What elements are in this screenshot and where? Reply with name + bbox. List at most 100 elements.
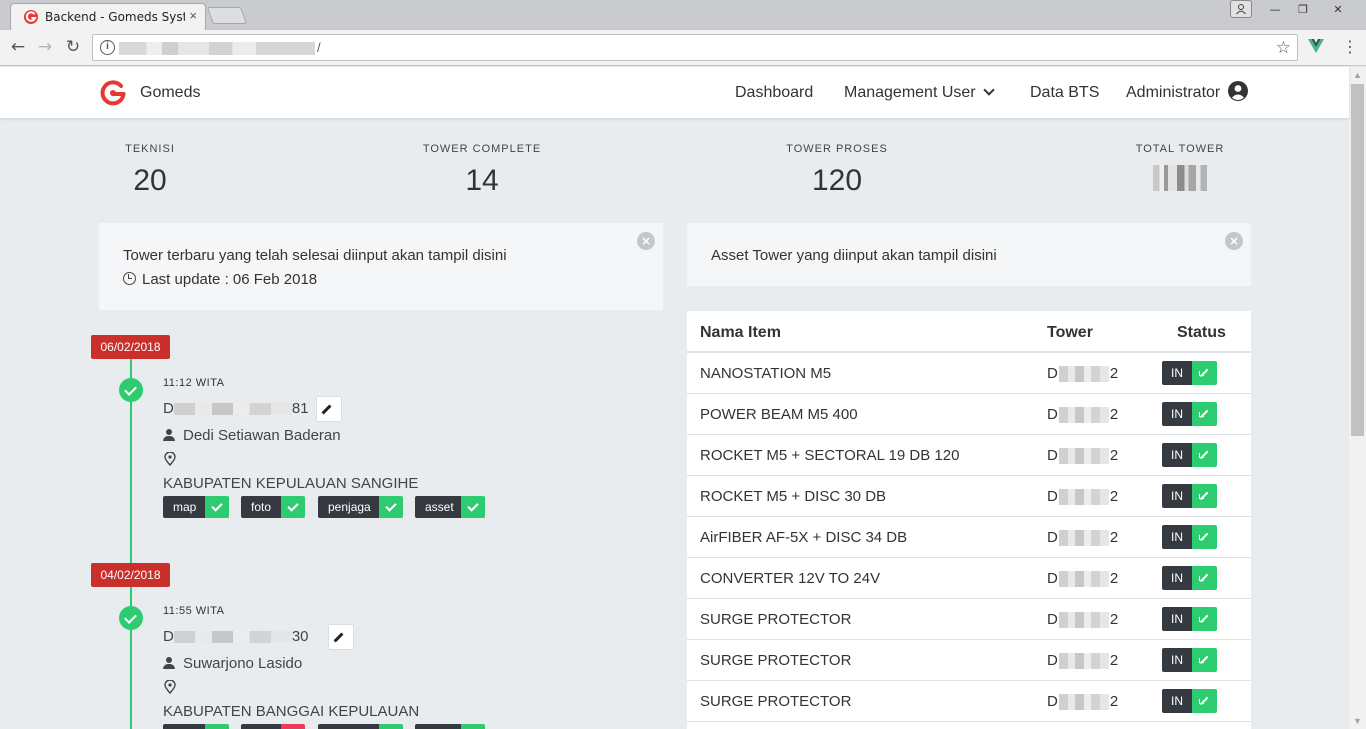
column-header-status[interactable]: Status — [1177, 324, 1226, 342]
browser-tab[interactable]: Backend - Gomeds Syste × — [10, 3, 206, 30]
status-chip[interactable]: IN — [1162, 361, 1217, 385]
scrollbar-thumb[interactable] — [1351, 84, 1364, 436]
close-window-button[interactable]: ✕ — [1318, 0, 1358, 18]
status-chip[interactable]: IN — [1162, 402, 1217, 426]
table-row[interactable]: POWER BEAM M5 400 D 2 IN — [687, 394, 1251, 435]
check-icon — [461, 724, 485, 729]
tower-code-prefix: D — [163, 400, 174, 417]
gomeds-logo-icon[interactable] — [99, 79, 127, 107]
status-label: IN — [1162, 607, 1192, 631]
minimize-button[interactable]: — — [1262, 0, 1288, 18]
table-row[interactable]: AirFIBER AF-5X + DISC 34 DB D 2 IN — [687, 517, 1251, 558]
edit-button[interactable] — [328, 624, 354, 650]
status-chip[interactable]: IN — [1162, 525, 1217, 549]
table-row[interactable]: SURGE PROTECTOR D 2 IN — [687, 681, 1251, 722]
stat-tower-complete: TOWER COMPLETE 14 — [412, 143, 552, 198]
tower-code-suffix: 81 — [291, 400, 309, 417]
tag-foto[interactable] — [241, 724, 305, 729]
back-icon[interactable]: ← — [7, 36, 29, 58]
tag-penjaga[interactable] — [318, 724, 403, 729]
user-circle-icon[interactable] — [1228, 81, 1248, 101]
tag-label: foto — [241, 496, 281, 518]
table-row[interactable]: CONVERTER 12V TO 24V D 2 IN — [687, 558, 1251, 599]
chevron-down-icon — [982, 84, 995, 96]
item-name: SURGE PROTECTOR — [700, 611, 852, 628]
url-text: / — [317, 40, 321, 55]
asset-table: Nama Item Tower Status NANOSTATION M5 D 2 I… — [687, 311, 1251, 729]
status-chip[interactable]: IN — [1162, 648, 1217, 672]
status-label: IN — [1162, 648, 1192, 672]
tower-code: D2 — [1047, 570, 1118, 588]
new-tab-button[interactable] — [206, 7, 248, 24]
close-icon[interactable]: × — [1225, 232, 1243, 250]
tower-code-redacted — [1058, 448, 1109, 465]
timeline-person: Suwarjono Lasido — [163, 655, 302, 672]
tower-code-suffix: 2 — [1109, 365, 1119, 382]
check-icon — [281, 496, 305, 518]
tag-asset[interactable]: asset — [415, 496, 485, 518]
status-chip[interactable]: IN — [1162, 689, 1217, 713]
scroll-down-icon[interactable]: ▼ — [1353, 716, 1362, 726]
tower-code-prefix: D — [1047, 365, 1058, 382]
status-label: IN — [1162, 566, 1192, 590]
tag-label — [241, 724, 281, 729]
browser-menu-icon[interactable]: ⋮ — [1342, 38, 1358, 56]
table-row[interactable]: ROCKET M5 + SECTORAL 19 DB 120 D 2 IN — [687, 435, 1251, 476]
item-name: SURGE PROTECTOR — [700, 693, 852, 710]
table-row[interactable]: ROCKET M5 + DISC 30 DB D 2 IN — [687, 476, 1251, 517]
site-info-icon[interactable]: i — [100, 40, 115, 55]
status-chip[interactable]: IN — [1162, 484, 1217, 508]
arrow-in-icon — [1192, 402, 1217, 426]
column-header-tower[interactable]: Tower — [1047, 324, 1093, 342]
status-chip[interactable]: IN — [1162, 566, 1217, 590]
nav-management-user[interactable]: Management User — [844, 84, 995, 102]
address-bar[interactable]: i / ☆ — [92, 34, 1298, 61]
last-update: Last update : 06 Feb 2018 — [123, 271, 317, 288]
edit-button[interactable] — [316, 396, 342, 422]
tag-penjaga[interactable]: penjaga — [318, 496, 403, 518]
status-chip[interactable]: IN — [1162, 607, 1217, 631]
tag-foto[interactable]: foto — [241, 496, 305, 518]
table-row[interactable]: NANOSTATION M5 D 2 IN — [687, 353, 1251, 394]
tag-map[interactable]: map — [163, 496, 229, 518]
bookmark-star-icon[interactable]: ☆ — [1276, 38, 1291, 58]
stat-value: 14 — [465, 164, 499, 197]
brand-name[interactable]: Gomeds — [140, 84, 200, 102]
table-row[interactable]: SURGE PROTECTOR D 2 IN — [687, 640, 1251, 681]
page-scrollbar[interactable]: ▲ ▼ — [1349, 67, 1366, 729]
check-icon — [461, 496, 485, 518]
tower-code-redacted — [1058, 694, 1109, 711]
table-row[interactable]: SURGE PROTECTOR D 2 IN — [687, 599, 1251, 640]
check-circle-icon — [119, 606, 143, 630]
check-icon — [379, 724, 403, 729]
status-chip[interactable]: IN — [1162, 443, 1217, 467]
tower-code-redacted — [1058, 612, 1109, 629]
nav-administrator[interactable]: Administrator — [1126, 84, 1220, 102]
arrow-in-icon — [1192, 648, 1217, 672]
nav-dashboard[interactable]: Dashboard — [735, 84, 813, 102]
tab-close-icon[interactable]: × — [189, 8, 197, 23]
tower-code: D2 — [1047, 693, 1118, 711]
reload-icon[interactable]: ↻ — [62, 36, 84, 58]
tag-label — [163, 724, 205, 729]
nav-data-bts[interactable]: Data BTS — [1030, 84, 1099, 102]
status-label: IN — [1162, 525, 1192, 549]
forward-icon[interactable]: → — [34, 36, 56, 58]
stat-value: 20 — [133, 164, 167, 197]
person-icon — [163, 429, 175, 441]
close-icon[interactable]: × — [637, 232, 655, 250]
profile-icon[interactable] — [1230, 0, 1252, 18]
arrow-in-icon — [1192, 689, 1217, 713]
asset-tower-panel: Asset Tower yang diinput akan tampil dis… — [687, 223, 1251, 286]
restore-button[interactable]: ❐ — [1290, 0, 1316, 18]
tag-map[interactable] — [163, 724, 229, 729]
gomeds-favicon-icon — [24, 10, 38, 24]
tower-code: D 81 — [163, 400, 309, 417]
tower-code: D2 — [1047, 488, 1118, 506]
tag-asset[interactable] — [415, 724, 485, 729]
column-header-nama-item[interactable]: Nama Item — [700, 324, 781, 342]
extension-vuejs-icon[interactable] — [1307, 37, 1325, 55]
scroll-up-icon[interactable]: ▲ — [1353, 70, 1362, 80]
tower-code: D2 — [1047, 652, 1118, 670]
browser-tab-strip: Backend - Gomeds Syste × — ❐ ✕ — [0, 0, 1366, 30]
